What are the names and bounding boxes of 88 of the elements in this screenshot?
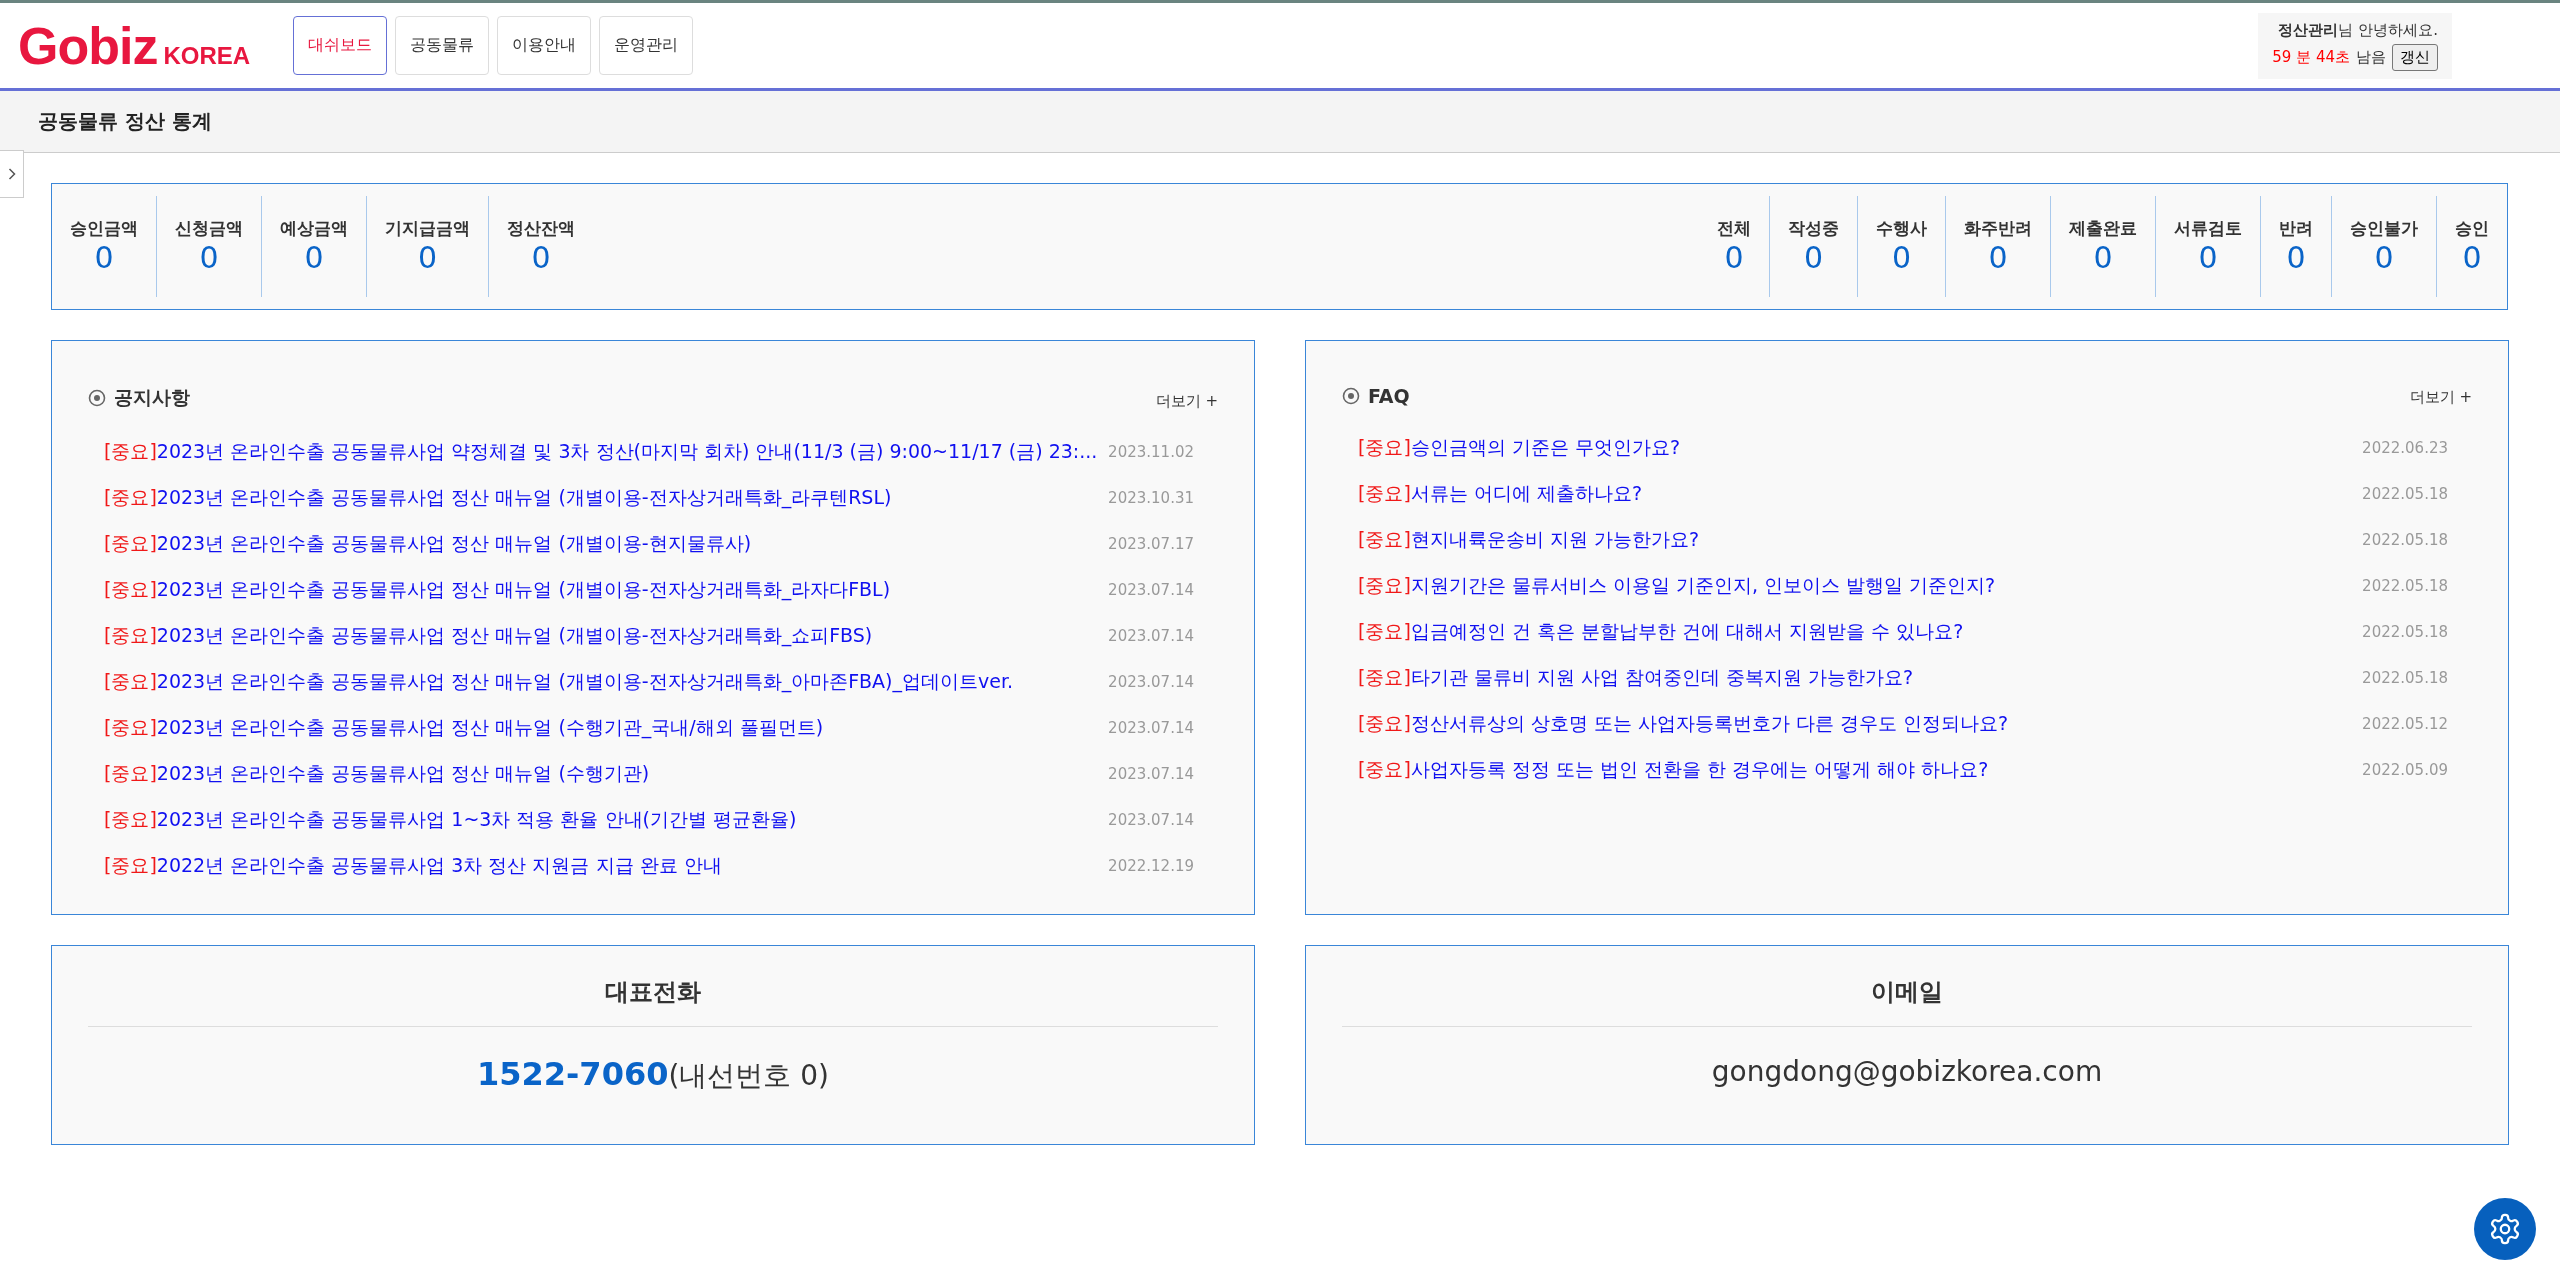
post-link[interactable]: [중요]2023년 온라인수출 공동물류사업 1~3차 적용 환율 안내(기간별 평균환율) — [104, 807, 797, 833]
post-date: 2022.05.18 — [2362, 669, 2448, 687]
email-address: gongdong@gobizkorea.com — [1711, 1055, 2103, 1088]
post-link[interactable]: [중요]2023년 온라인수출 공동물류사업 정산 매뉴얼 (개별이용-전자상거래특화_라자다FBL) — [104, 577, 891, 603]
post-date: 2023.07.14 — [1108, 765, 1194, 783]
post-date: 2023.07.14 — [1108, 811, 1194, 829]
stat-value: 0 — [2374, 240, 2394, 276]
post-date: 2023.10.31 — [1108, 489, 1194, 507]
nav-tab[interactable]: 대쉬보드 — [293, 16, 387, 75]
stat-value: 0 — [2093, 240, 2113, 276]
post-date: 2022.05.09 — [2362, 761, 2448, 779]
stat-label: 승인 — [2455, 217, 2489, 240]
more-link[interactable]: 더보기 + — [1155, 392, 1218, 411]
contact-title: 대표전화 — [88, 946, 1218, 1027]
post-date: 2022.06.23 — [2362, 439, 2448, 457]
post-link[interactable]: [중요]현지내륙운송비 지원 가능한가요? — [1358, 527, 1699, 553]
stat-value: 0 — [1988, 240, 2008, 276]
extension-text: (내선번호 0) — [668, 1058, 829, 1094]
post-date: 2022.05.18 — [2362, 531, 2448, 549]
greeting-text: 정산관리님 안녕하세요. — [2278, 20, 2438, 40]
stat-value: 0 — [1891, 240, 1912, 276]
contact-title: 이메일 — [1342, 946, 2472, 1027]
post-date: 2022.12.19 — [1108, 857, 1194, 875]
post-date: 2022.05.18 — [2362, 577, 2448, 595]
nav-tab[interactable]: 운영관리 — [599, 16, 693, 75]
post-link[interactable]: [중요]타기관 물류비 지원 사업 참여중인데 중복지원 가능한가요? — [1358, 665, 1914, 691]
stat-value: 0 — [1803, 240, 1824, 276]
radio-dot-icon — [1342, 387, 1360, 405]
post-link[interactable]: [중요]정산서류상의 상호명 또는 사업자등록번호가 다른 경우도 인정되나요? — [1358, 711, 2009, 737]
stat-value: 0 — [2286, 240, 2306, 276]
stat-label: 정산잔액 — [507, 217, 575, 240]
post-link[interactable]: [중요]2023년 온라인수출 공동물류사업 정산 매뉴얼 (개별이용-전자상거래특화_라쿠텐RSL) — [104, 485, 892, 511]
stat-label: 화주반려 — [1964, 217, 2032, 240]
stat-value: 0 — [417, 240, 438, 276]
stat-value: 0 — [531, 240, 551, 276]
settings-icon — [2488, 1212, 2522, 1246]
post-link[interactable]: [중요]2022년 온라인수출 공동물류사업 3차 정산 지원금 지급 완료 안내 — [104, 853, 722, 879]
post-date: 2023.07.14 — [1108, 581, 1194, 599]
nav-tab[interactable]: 공동물류 — [395, 16, 489, 75]
post-link[interactable]: [중요]2023년 온라인수출 공동물류사업 정산 매뉴얼 (개별이용-전자상거래특화_쇼피FBS) — [104, 623, 873, 649]
stat-label: 서류검토 — [2174, 217, 2242, 240]
stat-label: 승인금액 — [70, 217, 138, 240]
stat-value: 0 — [2462, 240, 2482, 276]
stat-label: 예상금액 — [280, 217, 348, 240]
phone-number: 1522-7060 — [477, 1055, 669, 1093]
post-date: 2022.05.18 — [2362, 485, 2448, 503]
chevron-right-icon — [7, 168, 16, 180]
post-link[interactable]: [중요]2023년 온라인수출 공동물류사업 정산 매뉴얼 (수행기관_국내/해외 풀필먼트) — [104, 715, 824, 741]
stat-label: 신청금액 — [175, 217, 243, 240]
logo[interactable]: Gobiz KOREA — [18, 19, 273, 72]
post-link[interactable]: [중요]2023년 온라인수출 공동물류사업 정산 매뉴얼 (수행기관) — [104, 761, 650, 787]
stat-label: 수행사 — [1876, 217, 1927, 240]
post-link[interactable]: [중요]2023년 온라인수출 공동물류사업 정산 매뉴얼 (개별이용-현지물류사) — [104, 531, 752, 557]
post-link[interactable]: [중요]서류는 어디에 제출하나요? — [1358, 481, 1642, 507]
stat-label: 승인불가 — [2350, 217, 2418, 240]
stat-label: 전체 — [1717, 217, 1751, 240]
post-link[interactable]: [중요]지원기간은 물류서비스 이용일 기준인지, 인보이스 발행일 기준인지? — [1358, 573, 1996, 599]
post-date: 2023.07.14 — [1108, 627, 1194, 645]
page-title: 공동물류 정산 통계 — [38, 108, 212, 135]
refresh-button[interactable]: 갱신 — [2392, 43, 2438, 71]
more-link[interactable]: 더보기 + — [2409, 388, 2472, 407]
stat-value: 0 — [1724, 240, 1744, 276]
nav-tab[interactable]: 이용안내 — [497, 16, 591, 75]
stat-value: 0 — [94, 240, 114, 276]
stat-label: 기지급금액 — [385, 217, 470, 240]
post-date: 2022.05.18 — [2362, 623, 2448, 641]
post-link[interactable]: [중요]사업자등록 정정 또는 법인 전환을 한 경우에는 어떻게 해야 하나요? — [1358, 757, 1989, 783]
post-link[interactable]: [중요]2023년 온라인수출 공동물류사업 정산 매뉴얼 (개별이용-전자상거래특화_아마존FBA)_업데이트ver. — [104, 669, 1014, 695]
post-date: 2023.07.14 — [1108, 673, 1194, 691]
post-date: 2023.07.14 — [1108, 719, 1194, 737]
post-link[interactable]: [중요]승인금액의 기준은 무엇인가요? — [1358, 435, 1680, 461]
remaining-label: 남음 — [2356, 47, 2386, 67]
stat-value: 0 — [199, 240, 219, 276]
board-title: 공지사항 — [114, 385, 190, 410]
stat-value: 0 — [2198, 240, 2218, 276]
stat-label: 반려 — [2279, 217, 2313, 240]
stat-value: 0 — [304, 240, 324, 276]
radio-dot-icon — [88, 389, 106, 407]
sidebar-toggle[interactable] — [0, 150, 24, 198]
post-link[interactable]: [중요]2023년 온라인수출 공동물류사업 약정체결 및 3차 정산(마지막 회차) 안내(11/3 (금) 9:00~11/17 (금) 23:... — [104, 439, 1098, 465]
stat-label: 작성중 — [1788, 217, 1839, 240]
stat-label: 제출완료 — [2069, 217, 2137, 240]
post-date: 2023.07.17 — [1108, 535, 1194, 553]
board-title: FAQ — [1368, 385, 1410, 407]
post-date: 2022.05.12 — [2362, 715, 2448, 733]
session-timer: 59 분 44초 — [2272, 47, 2350, 67]
post-date: 2023.11.02 — [1108, 443, 1194, 461]
post-link[interactable]: [중요]입금예정인 건 혹은 분할납부한 건에 대해서 지원받을 수 있나요? — [1358, 619, 1964, 645]
